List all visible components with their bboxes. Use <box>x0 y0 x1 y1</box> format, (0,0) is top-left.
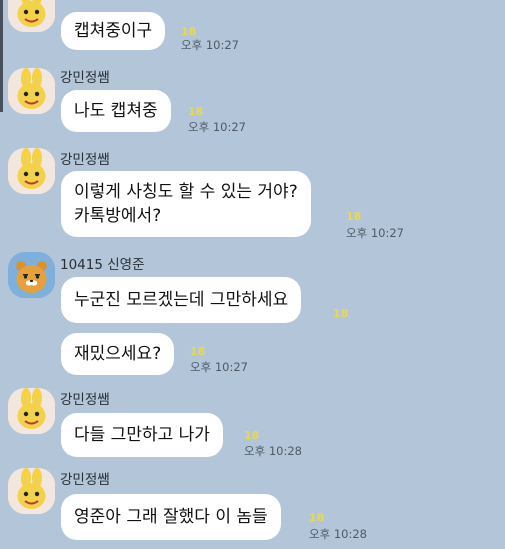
avatar[interactable] <box>8 468 55 514</box>
message-time: 오후 10:28 <box>244 444 302 458</box>
message-time: 오후 10:27 <box>346 226 404 240</box>
muzi-rabbit-icon <box>8 0 55 32</box>
message-bubble[interactable]: 나도 캡쳐중 <box>61 90 171 132</box>
message-time: 오후 10:27 <box>181 38 239 52</box>
muzi-rabbit-icon <box>8 68 55 114</box>
message-text: 나도 캡쳐중 <box>74 101 158 121</box>
avatar[interactable] <box>8 388 55 434</box>
unread-count: 18 <box>346 210 362 223</box>
message-bubble[interactable]: 재밌으세요? <box>61 333 175 375</box>
message-text-line: 카톡방에서? <box>74 206 162 226</box>
avatar[interactable] <box>8 68 55 114</box>
message-bubble[interactable]: 다들 그만하고 나가 <box>61 413 223 457</box>
message-text-line: 이렇게 사칭도 할 수 있는 거야? <box>74 182 298 202</box>
muzi-rabbit-icon <box>8 468 55 514</box>
message-time: 오후 10:27 <box>188 120 246 134</box>
message-time: 오후 10:28 <box>309 527 367 541</box>
unread-count: 18 <box>190 345 206 358</box>
unread-count: 18 <box>309 511 325 524</box>
message-bubble[interactable]: 이렇게 사칭도 할 수 있는 거야? 카톡방에서? <box>61 171 311 237</box>
message-text: 다들 그만하고 나가 <box>74 425 210 445</box>
sender-name: 강민정쌤 <box>60 472 110 488</box>
unread-count: 18 <box>181 25 197 38</box>
message-text: 영준아 그래 잘했다 이 놈들 <box>74 507 268 527</box>
muzi-rabbit-icon <box>8 148 55 194</box>
sender-name: 강민정쌤 <box>60 152 110 168</box>
avatar[interactable] <box>8 0 55 32</box>
message-bubble[interactable]: 영준아 그래 잘했다 이 놈들 <box>61 494 281 540</box>
message-bubble[interactable]: 캡쳐중이구 <box>61 12 166 50</box>
sender-name: 강민정쌤 <box>60 70 110 86</box>
message-text: 캡쳐중이구 <box>74 21 153 41</box>
ryan-lion-icon <box>8 252 55 298</box>
avatar[interactable] <box>8 252 55 298</box>
unread-count: 18 <box>244 429 260 442</box>
unread-count: 18 <box>188 105 204 118</box>
chat-room[interactable]: 캡쳐중이구 18 오후 10:27 강민정쌤 나도 캡쳐중 18 오후 10:2… <box>0 0 505 549</box>
message-text: 누군진 모르겠는데 그만하세요 <box>74 290 289 310</box>
sender-name: 강민정쌤 <box>60 392 110 408</box>
avatar[interactable] <box>8 148 55 194</box>
message-text: 재밌으세요? <box>74 344 162 364</box>
message-time: 오후 10:27 <box>190 360 248 374</box>
sender-name: 10415 신영준 <box>60 257 145 273</box>
muzi-rabbit-icon <box>8 388 55 434</box>
unread-count: 18 <box>333 307 349 320</box>
message-bubble[interactable]: 누군진 모르겠는데 그만하세요 <box>61 277 302 323</box>
